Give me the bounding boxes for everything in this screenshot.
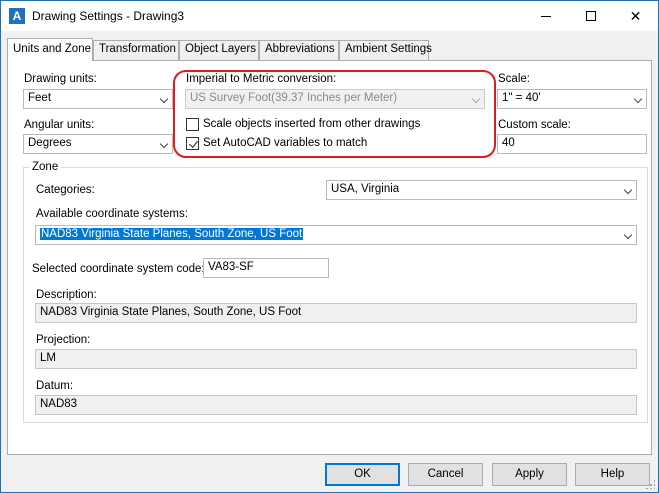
title-bar: A Drawing Settings - Drawing3 ✕ [1,1,658,31]
maximize-button[interactable] [568,1,613,31]
cancel-button[interactable]: Cancel [408,463,483,486]
available-systems-value: NAD83 Virginia State Planes, South Zone,… [40,228,304,240]
zone-group-title: Zone [29,161,62,173]
drawing-units-dropdown[interactable]: Feet [23,89,173,109]
tab-abbreviations[interactable]: Abbreviations [259,40,339,60]
apply-button[interactable]: Apply [492,463,567,486]
chevron-down-icon [623,230,633,240]
tab-transformation[interactable]: Transformation [93,40,179,60]
angular-units-dropdown[interactable]: Degrees [23,134,173,154]
projection-label: Projection: [36,334,91,346]
close-icon: ✕ [629,7,642,24]
angular-units-value: Degrees [28,137,72,149]
ok-button[interactable]: OK [325,463,400,486]
minimize-button[interactable] [523,1,568,31]
tab-ambient-settings[interactable]: Ambient Settings [339,40,432,60]
close-button[interactable]: ✕ [613,1,658,31]
categories-dropdown[interactable]: USA, Virginia [326,180,637,200]
drawing-settings-dialog: A Drawing Settings - Drawing3 ✕ Units an… [0,0,659,493]
zone-group [23,167,648,423]
maximize-icon [585,11,596,21]
window-title: Drawing Settings - Drawing3 [32,9,185,23]
scale-dropdown[interactable]: 1" = 40' [497,89,647,109]
chevron-down-icon [633,94,643,104]
chevron-down-icon [159,139,169,149]
categories-value: USA, Virginia [331,183,400,195]
custom-scale-input[interactable]: 40 [497,134,647,154]
available-systems-dropdown[interactable]: NAD83 Virginia State Planes, South Zone,… [35,225,637,245]
datum-field: NAD83 [35,395,637,415]
chevron-down-icon [623,185,633,195]
system-code-input[interactable]: VA83-SF [203,258,329,278]
minimize-icon [540,15,551,17]
help-button[interactable]: Help [575,463,650,486]
chevron-down-icon [159,94,169,104]
projection-field: LM [35,349,637,369]
custom-scale-label: Custom scale: [498,119,571,131]
scale-label: Scale: [498,73,530,85]
highlight-callout [173,70,496,158]
categories-label: Categories: [36,184,95,196]
autocad-app-icon: A [9,8,25,24]
scale-value: 1" = 40' [502,92,541,104]
description-field: NAD83 Virginia State Planes, South Zone,… [35,303,637,323]
system-code-label: Selected coordinate system code: [32,263,205,275]
datum-label: Datum: [36,380,74,392]
tab-units-and-zone[interactable]: Units and Zone [7,38,93,61]
angular-units-label: Angular units: [24,119,95,131]
tab-object-layers[interactable]: Object Layers [179,40,259,60]
drawing-units-value: Feet [28,92,52,104]
description-label: Description: [36,289,97,301]
available-systems-label: Available coordinate systems: [36,208,188,220]
drawing-units-label: Drawing units: [24,73,97,85]
